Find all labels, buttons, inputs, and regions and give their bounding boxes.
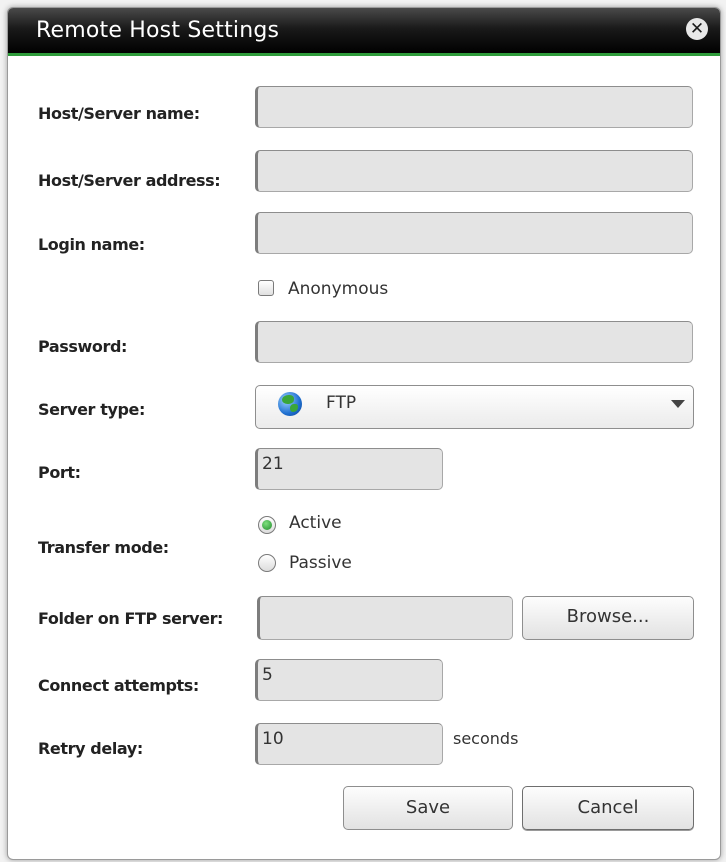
title-bar[interactable]: Remote Host Settings ✕ xyxy=(8,8,720,56)
transfer-mode-active-radio[interactable] xyxy=(258,516,276,534)
host-name-input[interactable] xyxy=(255,86,693,128)
remote-host-settings-dialog: Remote Host Settings ✕ Host/Server name:… xyxy=(7,7,721,860)
retry-delay-input[interactable]: 10 xyxy=(255,723,443,765)
folder-label: Folder on FTP server: xyxy=(38,609,224,628)
host-name-label: Host/Server name: xyxy=(38,104,200,123)
retry-delay-label: Retry delay: xyxy=(38,739,143,758)
port-label: Port: xyxy=(38,463,81,482)
save-button[interactable]: Save xyxy=(343,786,513,830)
host-address-input[interactable] xyxy=(255,150,693,192)
transfer-mode-passive-radio[interactable] xyxy=(258,554,276,572)
port-input[interactable]: 21 xyxy=(255,448,443,490)
login-name-label: Login name: xyxy=(38,235,145,254)
connect-attempts-label: Connect attempts: xyxy=(38,676,199,695)
transfer-mode-active-label[interactable]: Active xyxy=(289,513,342,533)
anonymous-label[interactable]: Anonymous xyxy=(288,279,388,299)
transfer-mode-label: Transfer mode: xyxy=(38,538,169,557)
server-type-value: FTP xyxy=(326,393,357,413)
password-input[interactable] xyxy=(255,321,693,363)
chevron-down-icon xyxy=(671,400,685,408)
globe-icon xyxy=(278,392,302,416)
folder-input[interactable] xyxy=(257,596,513,640)
retry-delay-units: seconds xyxy=(453,729,519,748)
cancel-button[interactable]: Cancel xyxy=(522,786,694,830)
server-type-select[interactable]: FTP xyxy=(255,385,694,429)
connect-attempts-input[interactable]: 5 xyxy=(255,659,443,701)
close-icon[interactable]: ✕ xyxy=(686,18,708,40)
dialog-title: Remote Host Settings xyxy=(36,18,280,43)
transfer-mode-passive-label[interactable]: Passive xyxy=(289,553,352,573)
host-address-label: Host/Server address: xyxy=(38,171,221,190)
anonymous-checkbox[interactable] xyxy=(258,280,274,296)
password-label: Password: xyxy=(38,337,128,356)
browse-button[interactable]: Browse... xyxy=(522,596,694,640)
login-name-input[interactable] xyxy=(255,212,693,254)
server-type-label: Server type: xyxy=(38,400,145,419)
